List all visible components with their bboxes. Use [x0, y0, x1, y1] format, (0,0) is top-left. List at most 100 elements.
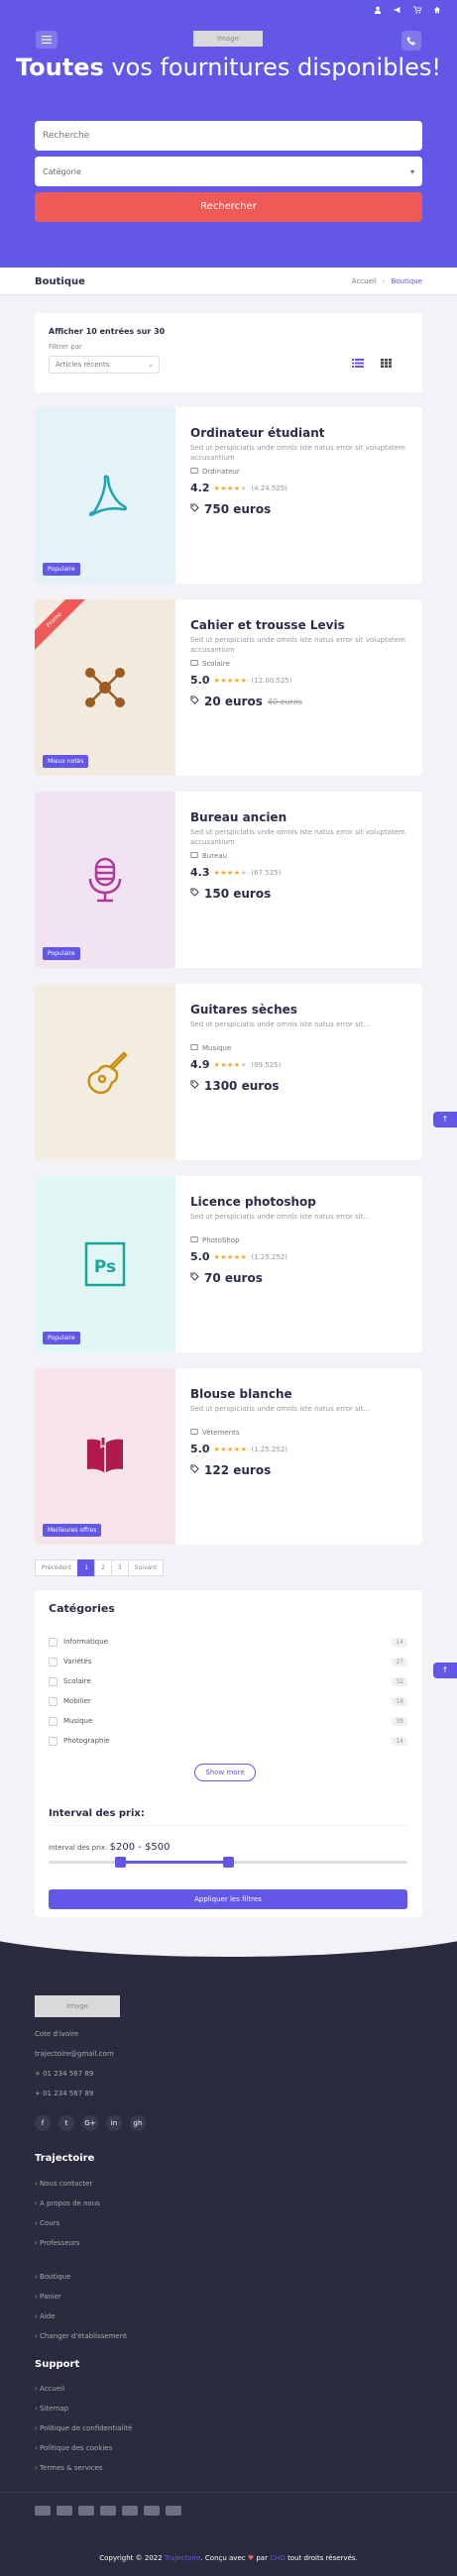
- category-filter-item[interactable]: Musique 39: [49, 1715, 407, 1727]
- search-input[interactable]: [35, 121, 422, 151]
- scroll-top-button[interactable]: ↑: [433, 1663, 457, 1678]
- github-icon[interactable]: gh: [130, 2115, 146, 2131]
- product-card[interactable]: Promo Mieux notés Cahier et trousse Levi…: [35, 599, 422, 776]
- category-filter-item[interactable]: Informatique 14: [49, 1636, 407, 1648]
- phone-icon: [406, 37, 415, 46]
- category-filter-item[interactable]: Scolaire 32: [49, 1675, 407, 1687]
- category-count: 27: [392, 1657, 407, 1666]
- category-filter-item[interactable]: Variétés 27: [49, 1656, 407, 1667]
- product-name[interactable]: Guitares sèches: [190, 1003, 297, 1017]
- product-price: 70 euros: [190, 1271, 263, 1285]
- footer-link[interactable]: Politique de confidentialité: [35, 2424, 132, 2432]
- show-more-button[interactable]: Show more: [194, 1764, 256, 1781]
- category-label: Variétés: [63, 1658, 92, 1665]
- price-value: 1300 euros: [204, 1079, 280, 1093]
- footer-link[interactable]: Boutique: [35, 2273, 70, 2281]
- product-category: Vêtements: [190, 1428, 240, 1438]
- footer-link[interactable]: Termes & services: [35, 2464, 103, 2472]
- menu-button[interactable]: [36, 31, 57, 49]
- pagination-next[interactable]: Suivant: [127, 1559, 165, 1576]
- footer-link[interactable]: Aide: [35, 2312, 55, 2320]
- list-view-icon[interactable]: [352, 359, 364, 368]
- category-select[interactable]: Catégorie ▾: [35, 157, 422, 186]
- apple-pay-icon: [166, 2506, 181, 2516]
- product-card[interactable]: Meilleures offres Blouse blanche Sed ut …: [35, 1368, 422, 1545]
- category-select-value: Catégorie: [43, 166, 81, 176]
- site-logo[interactable]: Image: [193, 31, 263, 47]
- apply-filters-button[interactable]: Appliquer les filtres: [49, 1889, 407, 1909]
- grid-view-icon[interactable]: [381, 359, 392, 368]
- category-count: 14: [392, 1736, 407, 1746]
- price-range-caption: Interval des prix:: [49, 1844, 108, 1852]
- pagination-page[interactable]: 2: [94, 1559, 112, 1576]
- price-slider-max-handle[interactable]: [223, 1857, 234, 1868]
- product-name[interactable]: Bureau ancien: [190, 810, 286, 824]
- product-name[interactable]: Blouse blanche: [190, 1387, 292, 1401]
- pagination-page[interactable]: 3: [110, 1559, 129, 1576]
- checkbox[interactable]: [49, 1676, 57, 1686]
- footer-link[interactable]: Politique des cookies: [35, 2444, 112, 2452]
- copyright-author[interactable]: CHO: [270, 2554, 286, 2562]
- product-name[interactable]: Ordinateur étudiant: [190, 426, 324, 440]
- product-card[interactable]: Ps Populaire Licence photoshop Sed ut pe…: [35, 1176, 422, 1352]
- footer-link[interactable]: Sitemap: [35, 2405, 68, 2413]
- search-button[interactable]: Rechercher: [35, 192, 422, 222]
- product-image[interactable]: Populaire: [35, 407, 175, 584]
- footer-link[interactable]: Cours: [35, 2219, 59, 2227]
- copyright-suffix: tout droits réservés.: [287, 2554, 358, 2562]
- price-slider-fill: [120, 1861, 228, 1864]
- footer-phone[interactable]: + 01 234 567 89: [35, 2090, 93, 2097]
- product-category: Musique: [190, 1043, 231, 1053]
- category-label: Photographie: [63, 1737, 110, 1745]
- category-icon: [190, 851, 198, 861]
- footer-link[interactable]: Nous contacter: [35, 2180, 92, 2188]
- checkbox[interactable]: [49, 1736, 57, 1746]
- pagination-prev[interactable]: Précédent: [35, 1559, 79, 1576]
- breadcrumb: Accueil › Boutique: [352, 277, 422, 285]
- cart-icon[interactable]: [413, 6, 422, 14]
- product-image[interactable]: Meilleures offres: [35, 1368, 175, 1545]
- product-name[interactable]: Licence photoshop: [190, 1195, 316, 1209]
- footer-link[interactable]: A propos de nous: [35, 2200, 100, 2207]
- checkbox[interactable]: [49, 1696, 57, 1706]
- product-name[interactable]: Cahier et trousse Levis: [190, 618, 345, 632]
- phone-button[interactable]: [401, 31, 421, 51]
- footer-logo[interactable]: Image: [35, 1995, 120, 2017]
- checkbox[interactable]: [49, 1657, 57, 1666]
- footer-link[interactable]: Changer d'établissement: [35, 2332, 127, 2340]
- product-card[interactable]: Populaire Ordinateur étudiant Sed ut per…: [35, 407, 422, 584]
- category-filter-item[interactable]: Mobilier 18: [49, 1695, 407, 1707]
- linkedin-icon[interactable]: in: [106, 2115, 122, 2131]
- product-card[interactable]: Guitares sèches Sed ut perspiciatis unde…: [35, 984, 422, 1160]
- scroll-top-button[interactable]: ↑: [433, 1112, 457, 1127]
- chevron-down-icon: ⌄: [148, 361, 154, 369]
- product-badge: Populaire: [43, 947, 80, 960]
- product-image[interactable]: [35, 984, 175, 1160]
- home-icon[interactable]: [433, 6, 441, 14]
- footer-email[interactable]: trajectoire@gmail.com: [35, 2050, 114, 2058]
- twitter-icon[interactable]: t: [58, 2115, 74, 2131]
- megaphone-icon[interactable]: [394, 6, 401, 14]
- checkbox[interactable]: [49, 1716, 57, 1726]
- facebook-icon[interactable]: f: [35, 2115, 51, 2131]
- footer-link[interactable]: Professeurs: [35, 2239, 79, 2247]
- pagination-page[interactable]: 1: [77, 1559, 96, 1576]
- user-icon[interactable]: [374, 6, 382, 14]
- google-plus-icon[interactable]: G+: [82, 2115, 98, 2131]
- price-slider[interactable]: [49, 1857, 407, 1868]
- product-image[interactable]: Populaire: [35, 792, 175, 968]
- footer-link[interactable]: Panier: [35, 2293, 61, 2301]
- product-image[interactable]: Promo Mieux notés: [35, 599, 175, 776]
- copyright-brand[interactable]: Trajectoire: [165, 2554, 201, 2562]
- divider: [49, 1825, 407, 1826]
- page-title: Boutique: [35, 276, 85, 287]
- sort-select[interactable]: Articles récents ⌄: [49, 356, 160, 374]
- footer-phone[interactable]: + 01 234 567 89: [35, 2070, 93, 2078]
- category-filter-item[interactable]: Photographie 14: [49, 1735, 407, 1747]
- checkbox[interactable]: [49, 1637, 57, 1647]
- breadcrumb-home[interactable]: Accueil: [352, 277, 377, 285]
- price-slider-min-handle[interactable]: [115, 1857, 127, 1868]
- footer-link[interactable]: Accueil: [35, 2385, 64, 2393]
- product-image[interactable]: Ps Populaire: [35, 1176, 175, 1352]
- product-card[interactable]: Populaire Bureau ancien Sed ut perspicia…: [35, 792, 422, 968]
